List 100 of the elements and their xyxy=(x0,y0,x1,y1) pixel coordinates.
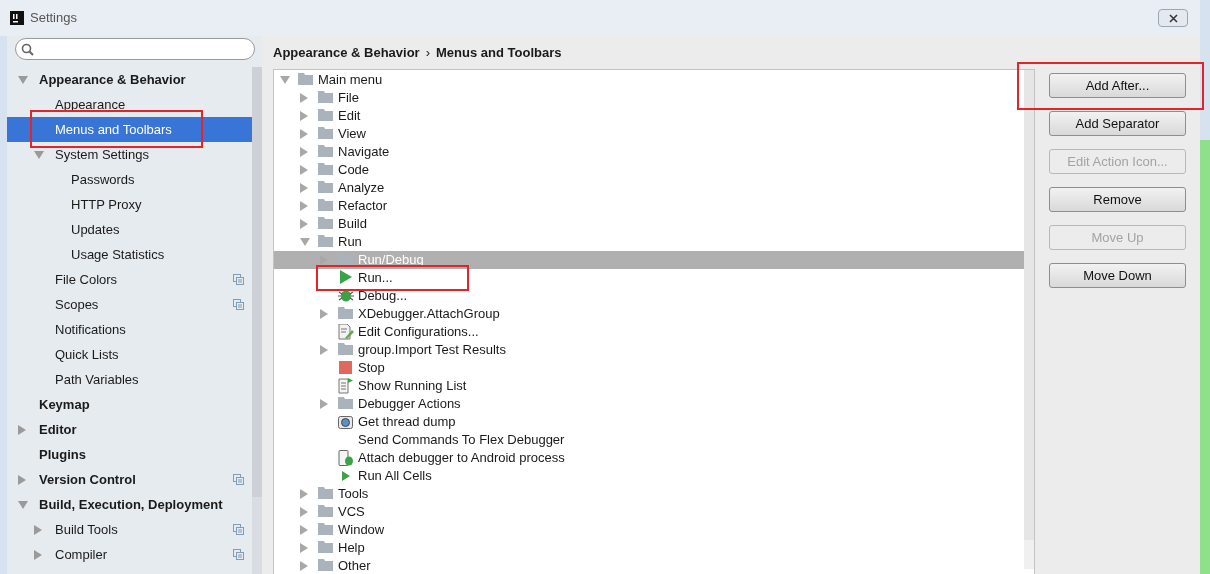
tree-item[interactable]: Edit xyxy=(274,107,1024,125)
tree-item[interactable]: Get thread dump xyxy=(274,413,1024,431)
expand-arrow-icon xyxy=(320,255,328,265)
sidebar-item[interactable]: Usage Statistics xyxy=(7,242,252,267)
folder-icon xyxy=(318,198,334,214)
breadcrumb-item[interactable]: Appearance & Behavior xyxy=(273,42,420,63)
tree-item[interactable]: Show Running List xyxy=(274,377,1024,395)
sidebar-item[interactable]: HTTP Proxy xyxy=(7,192,252,217)
sidebar-item[interactable]: Passwords xyxy=(7,167,252,192)
folder-icon xyxy=(318,558,334,574)
copy-icon xyxy=(233,524,244,535)
tree-item[interactable]: Tools xyxy=(274,485,1024,503)
folder-icon xyxy=(318,90,334,106)
tree-item[interactable]: Debugger Actions xyxy=(274,395,1024,413)
tree-item[interactable]: VCS xyxy=(274,503,1024,521)
tree-item[interactable]: Send Commands To Flex Debugger xyxy=(274,431,1024,449)
scrollbar[interactable] xyxy=(252,67,262,574)
folder-icon xyxy=(318,180,334,196)
sidebar-item[interactable]: Notifications xyxy=(7,317,252,342)
tree-item[interactable]: File xyxy=(274,89,1024,107)
folder-icon xyxy=(318,522,334,538)
folder-icon xyxy=(318,144,334,160)
tree-item[interactable]: Stop xyxy=(274,359,1024,377)
breadcrumb-separator: › xyxy=(425,43,430,62)
folder-icon xyxy=(338,396,354,412)
copy-icon xyxy=(233,299,244,310)
expand-arrow-icon xyxy=(320,399,328,409)
action-button[interactable]: Add Separator xyxy=(1049,111,1186,136)
document-pencil-icon xyxy=(338,324,354,340)
tree-item[interactable]: Window xyxy=(274,521,1024,539)
sidebar-item[interactable]: Menus and Toolbars xyxy=(7,117,252,142)
collapse-arrow-icon xyxy=(280,76,290,84)
copy-icon xyxy=(233,274,244,285)
expand-arrow-icon xyxy=(18,474,26,485)
sidebar-item[interactable]: Appearance xyxy=(7,92,252,117)
phone-bug-icon xyxy=(338,450,354,466)
camera-icon xyxy=(338,414,354,430)
folder-icon xyxy=(318,504,334,520)
tree-item[interactable]: Code xyxy=(274,161,1024,179)
expand-arrow-icon xyxy=(18,424,26,435)
tree-item[interactable]: Analyze xyxy=(274,179,1024,197)
tree-item[interactable]: Run All Cells xyxy=(274,467,1024,485)
sidebar-item[interactable]: Scopes xyxy=(7,292,252,317)
close-icon xyxy=(1168,13,1178,23)
sidebar-item[interactable]: File Colors xyxy=(7,267,252,292)
sidebar-item[interactable]: Version Control xyxy=(7,467,252,492)
tree-item[interactable]: Help xyxy=(274,539,1024,557)
sidebar-item[interactable]: Keymap xyxy=(7,392,252,417)
folder-icon xyxy=(318,540,334,556)
tree-item[interactable]: Debug... xyxy=(274,287,1024,305)
sidebar-item[interactable]: Plugins xyxy=(7,442,252,467)
sidebar-item[interactable]: Build, Execution, Deployment xyxy=(7,492,252,517)
breadcrumb-item[interactable]: Menus and Toolbars xyxy=(436,42,562,63)
tree-item[interactable]: Run... xyxy=(274,269,1024,287)
tree-item[interactable]: Main menu xyxy=(274,71,1024,89)
folder-icon xyxy=(318,216,334,232)
tree-item[interactable]: Build xyxy=(274,215,1024,233)
folder-icon xyxy=(318,108,334,124)
expand-arrow-icon xyxy=(34,549,42,560)
app-logo-icon xyxy=(10,11,24,25)
copy-icon xyxy=(233,549,244,560)
sidebar-item[interactable]: Quick Lists xyxy=(7,342,252,367)
folder-icon xyxy=(318,126,334,142)
action-button[interactable]: Remove xyxy=(1049,187,1186,212)
collapse-arrow-icon xyxy=(18,500,28,509)
sidebar-item[interactable]: Path Variables xyxy=(7,367,252,392)
search-field[interactable] xyxy=(15,38,255,60)
tree-item[interactable]: View xyxy=(274,125,1024,143)
stop-icon xyxy=(338,360,354,376)
search-icon xyxy=(21,42,34,56)
sidebar-item[interactable]: System Settings xyxy=(7,142,252,167)
sidebar-item[interactable]: Build Tools xyxy=(7,517,252,542)
folder-icon xyxy=(338,306,354,322)
folder-icon xyxy=(318,486,334,502)
tree-item[interactable]: Edit Configurations... xyxy=(274,323,1024,341)
folder-icon xyxy=(318,162,334,178)
bug-icon xyxy=(338,288,354,304)
tree-item[interactable]: Refactor xyxy=(274,197,1024,215)
sidebar-item[interactable]: Compiler xyxy=(7,542,252,567)
scrollbar[interactable] xyxy=(1024,70,1034,569)
tree-item[interactable]: Other xyxy=(274,557,1024,574)
copy-icon xyxy=(233,474,244,485)
window-title: Settings xyxy=(30,9,77,28)
sidebar-item[interactable]: Editor xyxy=(7,417,252,442)
tree-item[interactable]: Run xyxy=(274,233,1024,251)
folder-icon xyxy=(338,252,354,268)
collapse-arrow-icon xyxy=(18,75,28,84)
close-button[interactable] xyxy=(1158,9,1188,27)
document-flag-icon xyxy=(338,378,354,394)
tree-item[interactable]: XDebugger.AttachGroup xyxy=(274,305,1024,323)
tree-item[interactable]: Attach debugger to Android process xyxy=(274,449,1024,467)
expand-arrow-icon xyxy=(34,524,42,535)
folder-icon xyxy=(298,72,314,88)
tree-item[interactable]: group.Import Test Results xyxy=(274,341,1024,359)
sidebar-item[interactable]: Appearance & Behavior xyxy=(7,67,252,92)
tree-item[interactable]: Navigate xyxy=(274,143,1024,161)
action-button[interactable]: Add After... xyxy=(1049,73,1186,98)
action-button[interactable]: Move Down xyxy=(1049,263,1186,288)
sidebar-item[interactable]: Updates xyxy=(7,217,252,242)
folder-icon xyxy=(338,342,354,358)
